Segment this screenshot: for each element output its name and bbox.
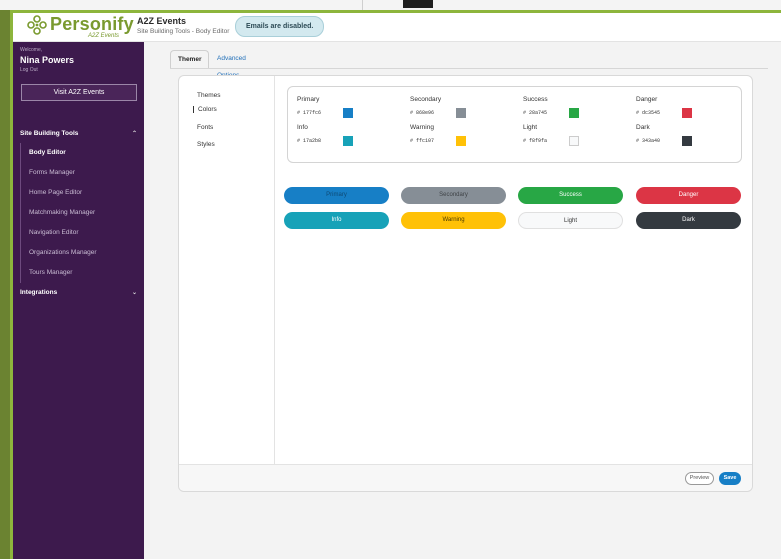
color-hex-input[interactable]: # f8f9fa	[523, 136, 567, 146]
nav-section-label: Site Building Tools	[20, 130, 79, 137]
background-window	[0, 0, 781, 10]
preview-button-light[interactable]: Light	[518, 212, 623, 229]
color-swatch[interactable]	[456, 108, 466, 118]
sidebar: Welcome, Nina Powers Log Out Visit A2Z E…	[13, 42, 144, 559]
color-hex-input[interactable]: # 177fc6	[297, 108, 341, 118]
side-nav-themes[interactable]: Themes	[193, 92, 220, 99]
color-field-primary: Primary # 177fc6	[297, 96, 407, 124]
panel-footer: Preview Save	[179, 464, 752, 491]
color-field-light: Light # f8f9fa	[523, 124, 633, 152]
nav-section-site-building-tools[interactable]: Site Building Tools ⌃	[20, 130, 137, 137]
color-field-danger: Danger # dc3545	[636, 96, 746, 124]
email-disabled-badge: Emails are disabled.	[235, 16, 325, 37]
app-title: A2Z Events	[137, 16, 187, 26]
color-swatch[interactable]	[343, 136, 353, 146]
tab-themer[interactable]: Themer	[170, 50, 210, 69]
color-swatch[interactable]	[682, 108, 692, 118]
side-nav-fonts[interactable]: Fonts	[193, 124, 213, 131]
color-label: Secondary	[410, 96, 442, 103]
preview-button-dark[interactable]: Dark	[636, 212, 741, 229]
save-button[interactable]: Save	[719, 472, 741, 485]
background-divider	[362, 0, 363, 10]
welcome-label: Welcome,	[20, 47, 43, 53]
chevron-down-icon: ⌄	[132, 290, 138, 296]
sidebar-item-home-page-editor[interactable]: Home Page Editor	[20, 183, 138, 203]
preview-button[interactable]: Preview	[685, 472, 714, 485]
sidebar-item-forms-manager[interactable]: Forms Manager	[20, 163, 138, 183]
sidebar-item-tours-manager[interactable]: Tours Manager	[20, 263, 138, 283]
color-hex-input[interactable]: # dc3545	[636, 108, 680, 118]
app-header: Personify A2Z Events A2Z Events Site Bui…	[13, 13, 781, 42]
logo-subtitle: A2Z Events	[88, 33, 120, 39]
preview-button-danger[interactable]: Danger	[636, 187, 741, 204]
color-hex-input[interactable]: # 28a745	[523, 108, 567, 118]
preview-button-success[interactable]: Success	[518, 187, 623, 204]
color-swatch[interactable]	[456, 136, 466, 146]
color-hex-input[interactable]: # 343a40	[636, 136, 680, 146]
visit-site-button[interactable]: Visit A2Z Events	[21, 84, 137, 101]
user-name: Nina Powers	[20, 55, 75, 65]
color-label: Warning	[410, 124, 434, 131]
logo-text: Personify	[50, 14, 134, 34]
background-block	[403, 0, 433, 8]
side-nav-colors[interactable]: Colors	[193, 106, 217, 113]
color-settings-box: Primary # 177fc6 Secondary # 868e96 Succ…	[287, 86, 742, 163]
page-breadcrumb: Site Building Tools - Body Editor	[137, 28, 230, 35]
color-label: Info	[297, 124, 308, 131]
color-hex-input[interactable]: # 868e96	[410, 108, 454, 118]
preview-button-warning[interactable]: Warning	[401, 212, 506, 229]
sidebar-item-navigation-editor[interactable]: Navigation Editor	[20, 223, 138, 243]
tab-advanced-options[interactable]: Advanced Options	[210, 50, 253, 79]
preview-button-secondary[interactable]: Secondary	[401, 187, 506, 204]
nav-section-label: Integrations	[20, 289, 58, 296]
color-label: Danger	[636, 96, 658, 103]
color-swatch[interactable]	[569, 136, 579, 146]
color-hex-input[interactable]: # 17a2b8	[297, 136, 341, 146]
color-field-dark: Dark # 343a40	[636, 124, 746, 152]
background-edge	[0, 10, 10, 559]
sidebar-item-body-editor[interactable]: Body Editor	[20, 143, 138, 163]
color-swatch[interactable]	[682, 136, 692, 146]
color-field-secondary: Secondary # 868e96	[410, 96, 520, 124]
color-field-success: Success # 28a745	[523, 96, 633, 124]
chevron-up-icon: ⌃	[132, 131, 138, 137]
themer-panel: Themes Colors Fonts Styles Primary # 177…	[178, 75, 753, 492]
color-label: Light	[523, 124, 538, 131]
preview-button-info[interactable]: Info	[284, 212, 389, 229]
color-swatch[interactable]	[569, 108, 579, 118]
color-field-warning: Warning # ffc107	[410, 124, 520, 152]
side-nav-styles[interactable]: Styles	[193, 141, 215, 148]
color-field-info: Info # 17a2b8	[297, 124, 407, 152]
sidebar-item-organizations-manager[interactable]: Organizations Manager	[20, 243, 138, 263]
color-label: Success	[523, 96, 548, 103]
color-hex-input[interactable]: # ffc107	[410, 136, 454, 146]
nav-section-integrations[interactable]: Integrations ⌄	[20, 289, 137, 296]
sidebar-item-matchmaking-manager[interactable]: Matchmaking Manager	[20, 203, 138, 223]
tab-divider	[170, 68, 768, 69]
preview-button-primary[interactable]: Primary	[284, 187, 389, 204]
logout-link[interactable]: Log Out	[20, 67, 38, 73]
color-label: Dark	[636, 124, 650, 131]
personify-logo[interactable]: Personify A2Z Events	[26, 14, 134, 41]
color-label: Primary	[297, 96, 320, 103]
logo-mark-icon	[27, 15, 47, 35]
themer-side-nav: Themes Colors Fonts Styles	[179, 76, 275, 464]
color-swatch[interactable]	[343, 108, 353, 118]
app-window: Personify A2Z Events A2Z Events Site Bui…	[10, 10, 781, 559]
